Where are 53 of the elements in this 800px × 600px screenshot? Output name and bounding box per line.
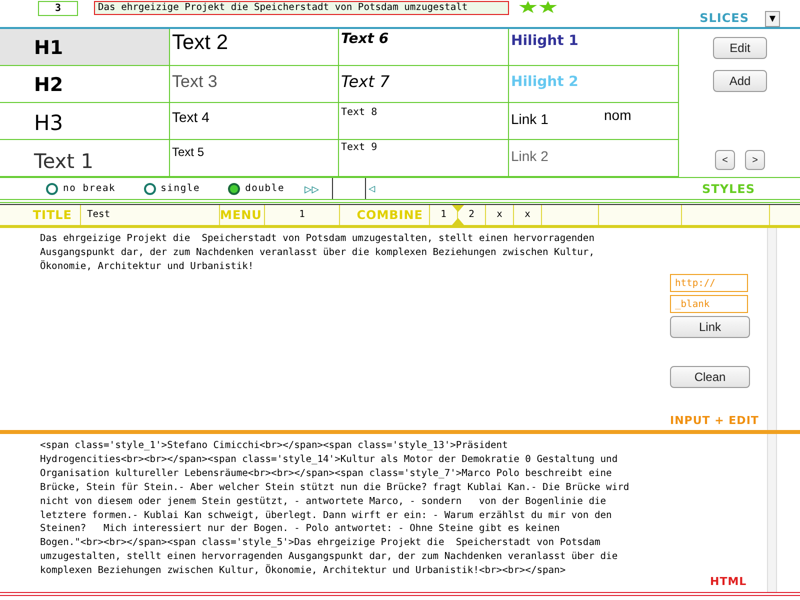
forward-icon[interactable]: ▷▷	[304, 182, 332, 196]
style-action-button[interactable]: Add	[713, 70, 767, 92]
scrollbar[interactable]	[767, 434, 777, 592]
style-cell[interactable]: Text 9	[341, 142, 378, 153]
radio-option[interactable]: no break	[46, 182, 116, 194]
style-cell[interactable]: H3	[2, 111, 64, 135]
dropdown-button[interactable]: ▼	[765, 11, 780, 27]
combine-cell[interactable]: 2	[468, 209, 474, 220]
section-label: SLICES	[700, 11, 749, 25]
style-cell[interactable]: Text 8	[341, 107, 378, 118]
menu-field[interactable]: 1	[299, 209, 305, 220]
hourglass-icon	[452, 205, 464, 225]
html-source-text[interactable]: <span class='style_1'>Stefano Cimicchi<br></span><span class='style_13'>Präsident Hydrogencities<br><br></span><span class='style_14'>Kultur als Motor der Demokratie 0 Gestaltung und Organisation kultureller Lebensräume<br><br></span><span class='style_7'>Marco Polo beschreibt eine Brücke, Stein für Stein.- Aber welcher Stein stützt nun die Brücke? fragt Kublai Kan.- Die Brücke wird nicht von diesem oder jenem Stein gestützt, - antwortete Marco, - sondern von der Bogenlinie die letztere formen.- Kublai Kan schweigt, überlegt. Dann wirft er ein: - Warum erzählst du mir von den Steinen? Mich interessiert nur der Bogen. - Polo antwortet: - Ohne Steine gibt es keinen Bogen."<br><br></span><span class='style_5'>Das ehrgeizige Projekt die Speicherstadt von Potsdam umzugestalten, stellt einen hervorragenden Ausgangspunkt dar, der zum Nachdenken veranlasst über die komplexen Beziehungen zwischen Kultur, Ökonomie, Architektur und Urbanistik!<br><br></span>	[40, 439, 670, 578]
section-label: TITLE	[32, 208, 72, 222]
section-label: MENU	[220, 208, 262, 222]
style-cell[interactable]: Hilight 1	[511, 33, 578, 49]
style-cell[interactable]: Text 1	[2, 149, 94, 173]
section-label: HTML	[710, 575, 747, 588]
style-cell[interactable]: Text 6	[341, 31, 389, 47]
section-label: STYLES	[702, 182, 755, 196]
style-cell[interactable]: Text 4	[172, 109, 210, 125]
scrollbar[interactable]	[767, 228, 777, 430]
style-cell[interactable]: Link 2	[511, 148, 548, 164]
section-label: COMBINE	[356, 208, 423, 222]
style-action-button[interactable]: Edit	[713, 37, 767, 59]
number-box: 3	[38, 1, 78, 16]
text-field[interactable]: Das ehrgeizige Projekt die Speicherstadt von Potsdam umzugestalt	[94, 1, 509, 15]
star-icon	[539, 1, 557, 13]
style-cell[interactable]: Text 2	[172, 31, 228, 55]
style-cell[interactable]: Text 3	[172, 72, 218, 92]
style-cell[interactable]: Text 7	[341, 72, 390, 91]
combine-cell[interactable]: x	[524, 209, 530, 220]
link-button[interactable]: Link	[670, 316, 750, 338]
style-cell[interactable]: Text 5	[172, 145, 204, 159]
editor-text[interactable]: Das ehrgeizige Projekt die Speicherstadt von Potsdam umzugestalten, stellt einen hervorragenden Ausgangspunkt dar, der zum Nachdenken veranlasst über die komplexen Beziehungen zwischen Kultur, Ökonomie, Architektur und Urbanistik!	[40, 232, 670, 274]
nav-button[interactable]: <	[715, 150, 735, 170]
clean-button[interactable]: Clean	[670, 366, 750, 388]
radio-option[interactable]: single	[144, 182, 200, 194]
section-label: INPUT + EDIT	[670, 414, 759, 427]
style-cell[interactable]: Link 1	[511, 111, 548, 127]
combine-cell[interactable]: 1	[440, 209, 446, 220]
radio-option[interactable]: double	[228, 182, 285, 194]
cell-text: nom	[604, 107, 632, 123]
empty-field[interactable]	[332, 178, 366, 199]
back-icon[interactable]: ◁	[368, 182, 376, 195]
radio-icon[interactable]	[144, 182, 156, 194]
nav-button[interactable]: >	[745, 150, 765, 170]
combine-cell[interactable]: x	[496, 209, 502, 220]
radio-icon[interactable]	[228, 182, 240, 194]
radio-icon[interactable]	[46, 182, 58, 194]
title-field[interactable]: Test	[87, 209, 110, 220]
star-icon	[519, 1, 537, 13]
style-cell[interactable]: H2	[2, 74, 64, 96]
